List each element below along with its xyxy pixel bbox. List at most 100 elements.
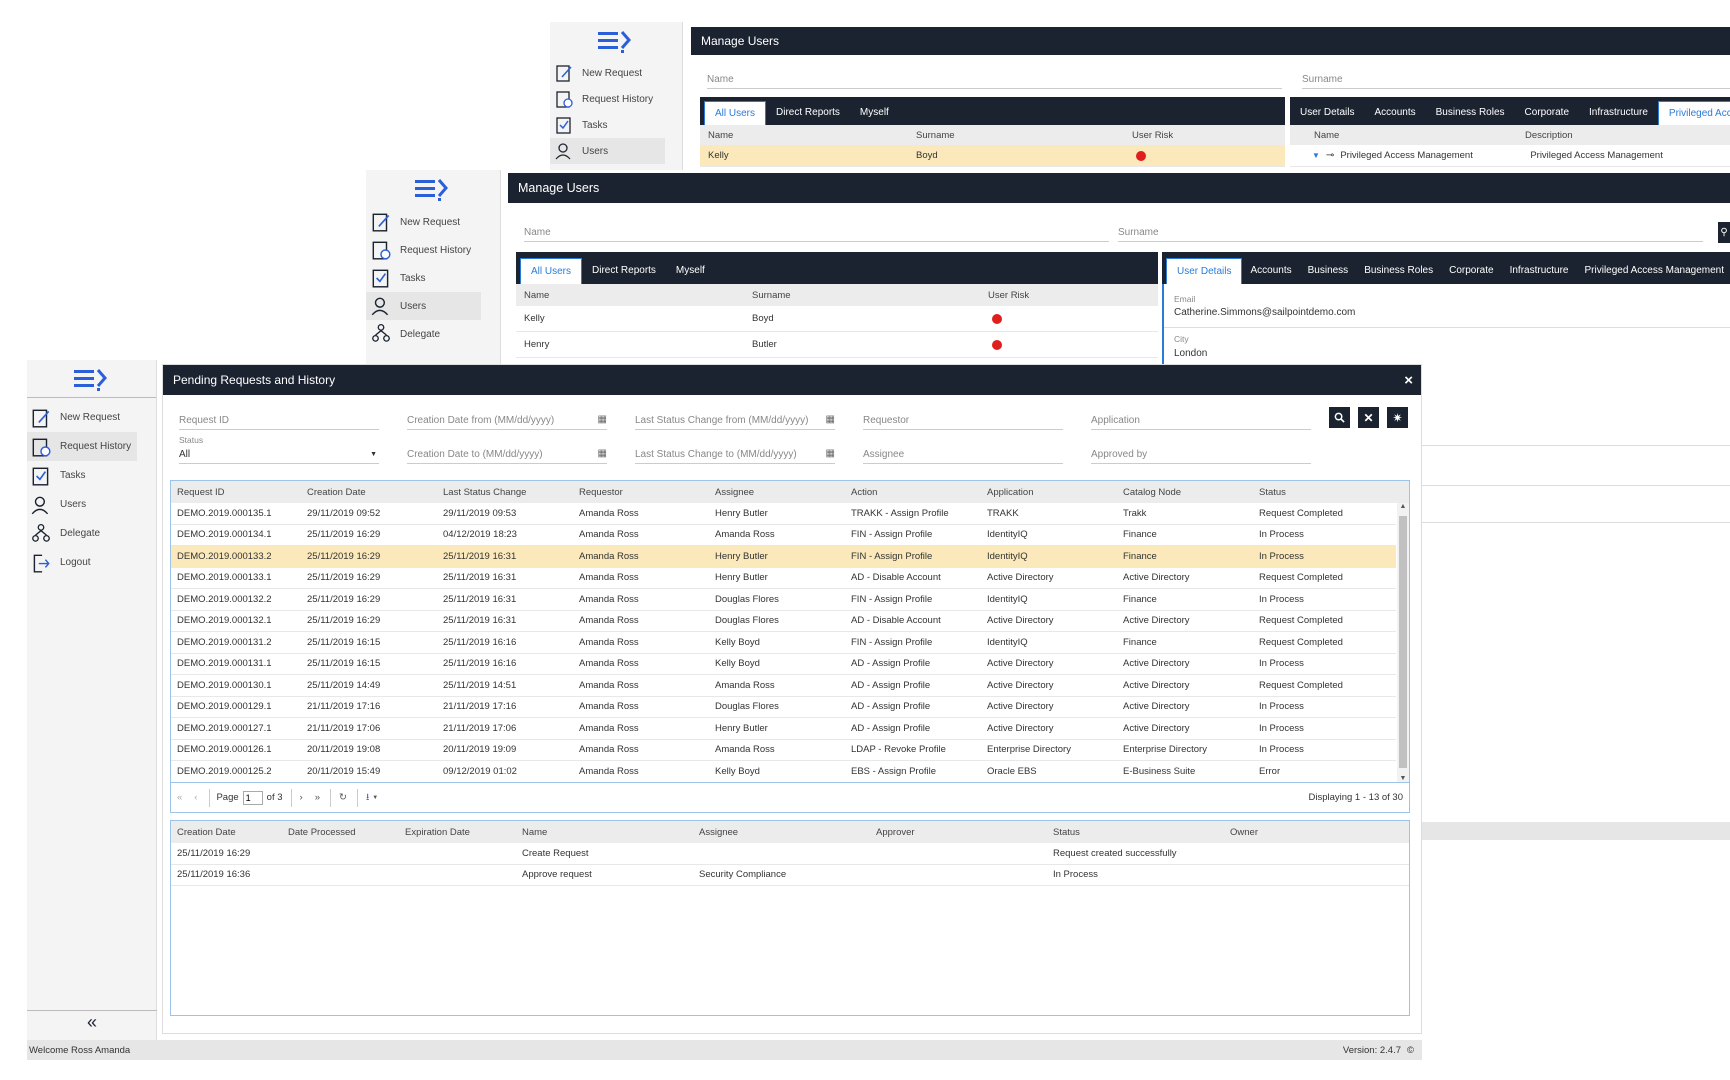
nav-users[interactable]: Users — [27, 490, 156, 519]
requests-header-application[interactable]: Application — [987, 487, 1123, 498]
history-header-date-processed[interactable]: Date Processed — [288, 827, 405, 838]
table-row[interactable]: DEMO.2019.000131.1 25/11/2019 16:15 25/11/… — [171, 654, 1396, 675]
calendar-icon[interactable]: ▦ — [826, 448, 835, 459]
mid-nav-new-request[interactable]: New Request — [366, 208, 500, 236]
table-row[interactable]: DEMO.2019.000129.1 21/11/2019 17:16 21/11/… — [171, 697, 1396, 718]
table-row[interactable]: DEMO.2019.000125.2 20/11/2019 15:49 09/12/… — [171, 761, 1396, 782]
requests-header-action[interactable]: Action — [851, 487, 987, 498]
requests-header-catalog-node[interactable]: Catalog Node — [1123, 487, 1259, 498]
expand-caret-icon[interactable]: ▼ — [1312, 151, 1320, 160]
nav-delegate[interactable]: Delegate — [27, 519, 156, 548]
history-header-assignee[interactable]: Assignee — [699, 827, 876, 838]
last-page-icon[interactable]: » — [315, 792, 320, 803]
first-page-icon[interactable]: « — [177, 792, 182, 803]
mid-tab-all-users[interactable]: All Users — [520, 258, 583, 284]
history-header-name[interactable]: Name — [522, 827, 699, 838]
scroll-thumb[interactable] — [1399, 516, 1407, 768]
table-row[interactable]: DEMO.2019.000126.1 20/11/2019 19:08 20/11/… — [171, 740, 1396, 761]
status-change-from-filter[interactable]: Last Status Change from (MM/dd/yyyy) ▦ — [635, 414, 835, 430]
mid-tab-business-roles[interactable]: Business Roles — [1356, 258, 1441, 284]
table-row[interactable]: DEMO.2019.000127.1 21/11/2019 17:06 21/11/… — [171, 718, 1396, 740]
back-tab-user-details[interactable]: User Details — [1290, 101, 1364, 125]
history-row[interactable]: 25/11/2019 16:29 Create Request Request cr… — [171, 843, 1409, 865]
mid-search-button[interactable]: ⚲ — [1718, 222, 1730, 243]
status-change-to-filter[interactable]: Last Status Change to (MM/dd/yyyy) ▦ — [635, 448, 835, 464]
nav-request-history[interactable]: Request History — [27, 432, 137, 461]
prev-page-icon[interactable]: ‹ — [194, 792, 197, 803]
back-tab-direct-reports[interactable]: Direct Reports — [766, 101, 850, 125]
table-row[interactable]: DEMO.2019.000133.2 25/11/2019 16:29 25/11/… — [171, 546, 1396, 568]
mid-tab-business[interactable]: Business — [1300, 258, 1357, 284]
assignee-filter[interactable]: Assignee — [863, 449, 1063, 464]
requestor-filter[interactable]: Requestor — [863, 415, 1063, 430]
nav-logout[interactable]: Logout — [27, 548, 156, 577]
calendar-icon[interactable]: ▦ — [826, 414, 835, 425]
back-tab-corporate[interactable]: Corporate — [1515, 101, 1579, 125]
back-name-field[interactable]: Name — [707, 74, 1282, 89]
creation-date-to-filter[interactable]: Creation Date to (MM/dd/yyyy) ▦ — [407, 448, 607, 464]
table-row[interactable]: DEMO.2019.000131.2 25/11/2019 16:15 25/11/… — [171, 632, 1396, 654]
table-row[interactable]: DEMO.2019.000135.1 29/11/2019 09:52 29/11/… — [171, 503, 1396, 525]
scroll-down-icon[interactable]: ▼ — [1397, 775, 1409, 782]
requests-header-status[interactable]: Status — [1259, 487, 1384, 498]
mid-tab-privileged[interactable]: Privileged Access Management — [1577, 258, 1730, 284]
history-header-approver[interactable]: Approver — [876, 827, 1053, 838]
mid-name-field[interactable]: Name — [524, 227, 1109, 242]
mid-tab-corporate[interactable]: Corporate — [1441, 258, 1501, 284]
calendar-icon[interactable]: ▦ — [598, 448, 607, 459]
back-detail-row[interactable]: ▼ ⊸ Privileged Access Management Privile… — [1290, 145, 1730, 167]
close-icon[interactable]: × — [1404, 372, 1413, 389]
nav-new-request[interactable]: New Request — [27, 403, 156, 432]
table-row[interactable]: DEMO.2019.000132.2 25/11/2019 16:29 25/11/… — [171, 589, 1396, 611]
back-tab-myself[interactable]: Myself — [850, 101, 899, 125]
back-surname-field[interactable]: Surname — [1302, 74, 1730, 89]
table-row[interactable]: DEMO.2019.000133.1 25/11/2019 16:29 25/11/… — [171, 568, 1396, 589]
table-row[interactable]: DEMO.2019.000132.1 25/11/2019 16:29 25/11/… — [171, 611, 1396, 632]
export-icon[interactable]: ⭳ — [366, 790, 369, 806]
page-input[interactable] — [242, 790, 263, 805]
mid-tab-myself[interactable]: Myself — [666, 258, 715, 284]
requests-header-request-id[interactable]: Request ID — [171, 487, 307, 498]
back-user-row[interactable]: Kelly Boyd — [700, 145, 1285, 167]
search-button[interactable] — [1329, 407, 1350, 428]
application-filter[interactable]: Application — [1091, 415, 1311, 430]
mid-surname-field[interactable]: Surname — [1118, 227, 1703, 242]
back-nav-request-history[interactable]: Request History — [550, 86, 682, 112]
history-row[interactable]: 25/11/2019 16:36 Approve request Security … — [171, 865, 1409, 886]
vertical-scrollbar[interactable]: ▲ ▼ — [1397, 503, 1409, 782]
requests-header-last-status-change[interactable]: Last Status Change — [443, 487, 579, 498]
mid-tab-user-details[interactable]: User Details — [1166, 258, 1243, 284]
mid-nav-delegate[interactable]: Delegate — [366, 320, 500, 348]
back-tab-business-roles[interactable]: Business Roles — [1426, 101, 1515, 125]
history-header-status[interactable]: Status — [1053, 827, 1230, 838]
history-header-creation-date[interactable]: Creation Date — [171, 827, 288, 838]
requests-header-assignee[interactable]: Assignee — [715, 487, 851, 498]
back-nav-tasks[interactable]: Tasks — [550, 112, 682, 138]
back-tab-all-users[interactable]: All Users — [704, 101, 767, 125]
mid-nav-tasks[interactable]: Tasks — [366, 264, 500, 292]
request-id-filter[interactable]: Request ID — [179, 415, 379, 430]
mid-user-row[interactable]: Kelly Boyd — [516, 306, 1158, 332]
status-select[interactable]: All ▼ — [179, 449, 379, 464]
approved-by-filter[interactable]: Approved by — [1091, 449, 1311, 464]
back-tab-infrastructure[interactable]: Infrastructure — [1579, 101, 1658, 125]
back-tab-accounts[interactable]: Accounts — [1364, 101, 1425, 125]
back-nav-new-request[interactable]: New Request — [550, 60, 682, 86]
table-row[interactable]: DEMO.2019.000130.1 25/11/2019 14:49 25/11/… — [171, 675, 1396, 697]
back-tab-privileged[interactable]: Privileged Acces — [1657, 101, 1730, 125]
mid-tab-accounts[interactable]: Accounts — [1242, 258, 1299, 284]
clear-filters-button[interactable]: ✕ — [1358, 407, 1379, 428]
next-page-icon[interactable]: › — [300, 792, 303, 803]
mid-nav-users[interactable]: Users — [366, 292, 481, 320]
requests-header-requestor[interactable]: Requestor — [579, 487, 715, 498]
back-nav-users[interactable]: Users — [550, 138, 665, 164]
table-row[interactable]: DEMO.2019.000134.1 25/11/2019 16:29 04/12/… — [171, 525, 1396, 546]
creation-date-from-filter[interactable]: Creation Date from (MM/dd/yyyy) ▦ — [407, 414, 607, 430]
mid-tab-infrastructure[interactable]: Infrastructure — [1502, 258, 1577, 284]
mid-tab-direct-reports[interactable]: Direct Reports — [582, 258, 666, 284]
requests-header-creation-date[interactable]: Creation Date — [307, 487, 443, 498]
nav-tasks[interactable]: Tasks — [27, 461, 156, 490]
refresh-icon[interactable]: ↻ — [339, 792, 347, 803]
chevron-down-icon[interactable]: ▼ — [372, 795, 378, 801]
history-header-owner[interactable]: Owner — [1230, 827, 1407, 838]
